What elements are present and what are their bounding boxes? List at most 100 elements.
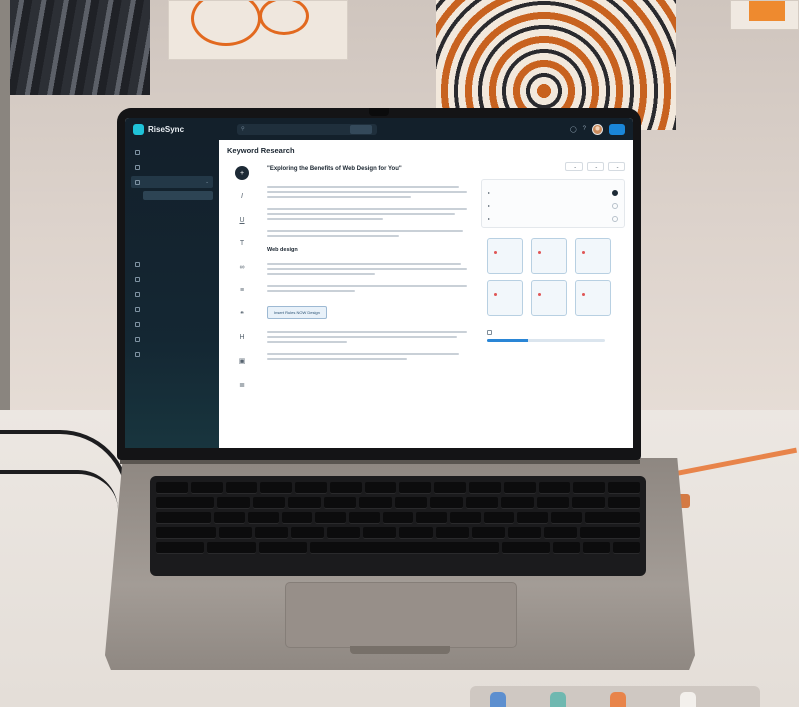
check-item[interactable]: ▸ [488, 186, 618, 199]
metric-tile[interactable] [487, 280, 523, 316]
status-dot [538, 293, 541, 296]
home-icon [135, 149, 140, 155]
sidebar-subitem[interactable] [143, 224, 213, 233]
link-icon[interactable]: ∞ [235, 260, 249, 274]
image-icon[interactable]: ▣ [235, 354, 249, 368]
search-input[interactable] [247, 126, 343, 132]
search-icon: ⚲ [241, 126, 245, 132]
sidebar-item-help[interactable] [131, 348, 213, 360]
device-knob [490, 692, 506, 707]
status-dot [494, 251, 497, 254]
chevron-right-icon: ▸ [488, 203, 491, 208]
settings-icon [135, 336, 140, 342]
chevron-down-icon: ⌄ [615, 165, 619, 169]
sidebar-item-links[interactable] [131, 288, 213, 300]
app-topbar: RiseSync ⚲ ◯ ? [125, 118, 633, 140]
chevron-down-icon: ⌄ [205, 179, 209, 184]
app-name: RiseSync [148, 124, 185, 134]
user-avatar[interactable] [592, 123, 603, 135]
status-dot [538, 251, 541, 254]
chevron-right-icon: ▸ [488, 216, 491, 221]
paragraph [267, 353, 467, 360]
seo-panel: ⌄ ⌄ ⌄ ▸ ▸ ▸ [481, 162, 625, 448]
paragraph [267, 230, 467, 237]
poster-sketch-shape [191, 1, 261, 46]
sidebar-item-home[interactable] [131, 146, 213, 158]
laptop-screen-bezel: RiseSync ⚲ ◯ ? ⌄ Keyword Research + I U … [117, 108, 641, 460]
list-icon[interactable]: ≡ [235, 284, 249, 298]
check-toggle[interactable] [612, 202, 618, 209]
poster-sketch-shape [259, 1, 309, 35]
align-icon[interactable]: ≣ [235, 378, 249, 392]
sidebar-item-overview[interactable] [131, 161, 213, 173]
checkbox[interactable] [487, 330, 492, 335]
folder-icon [135, 276, 140, 282]
sidebar-item-editor[interactable]: ⌄ [131, 176, 213, 188]
sidebar-subitem[interactable] [143, 191, 213, 200]
editor-toolbar: + I U T ∞ ≡ ❝ H ▣ ≣ [231, 166, 253, 446]
camera-notch [369, 108, 389, 116]
bell-icon[interactable]: ◯ [570, 126, 577, 133]
app-logo[interactable]: RiseSync [133, 123, 223, 135]
primary-action-button[interactable] [609, 123, 625, 135]
checks-card: ▸ ▸ ▸ [481, 179, 625, 228]
metrics-grid [481, 238, 625, 316]
sidebar-item-analytics[interactable] [131, 258, 213, 270]
app-window: RiseSync ⚲ ◯ ? ⌄ Keyword Research + I U … [125, 118, 633, 448]
filter-row: ⌄ ⌄ ⌄ [481, 162, 625, 171]
filter-dropdown[interactable]: ⌄ [607, 162, 625, 171]
paragraph [267, 208, 467, 220]
underline-icon[interactable]: U [235, 213, 249, 227]
document-title: "Exploring the Benefits of Web Design fo… [267, 166, 402, 172]
quote-icon[interactable]: ❝ [235, 307, 249, 321]
heading-icon[interactable]: H [235, 331, 249, 345]
sidebar-subitem[interactable] [143, 235, 213, 244]
add-icon[interactable]: + [235, 166, 249, 180]
topbar-actions: ◯ ? [570, 123, 625, 135]
filter-dropdown[interactable]: ⌄ [565, 162, 583, 171]
italic-icon[interactable]: I [235, 190, 249, 204]
device-knob [610, 692, 626, 707]
sidebar-item-settings[interactable] [131, 333, 213, 345]
keyword-progress-fill [487, 339, 529, 342]
logo-icon [133, 123, 144, 135]
help-icon [135, 351, 140, 357]
section-heading: Web design [267, 247, 298, 253]
poster-dark [10, 0, 150, 95]
search-shortcut-button[interactable] [349, 124, 372, 134]
text-icon[interactable]: T [235, 237, 249, 251]
check-toggle[interactable] [612, 189, 618, 196]
poster-small [730, 0, 799, 30]
keyword-progress-bar [487, 339, 605, 342]
edit-icon [135, 179, 140, 185]
page-title: Keyword Research [227, 146, 295, 155]
keyword-item[interactable] [487, 330, 625, 335]
cable-black [0, 470, 118, 510]
help-icon[interactable]: ? [583, 126, 586, 132]
sidebar-item-projects[interactable] [131, 273, 213, 285]
check-item[interactable]: ▸ [488, 212, 618, 225]
poster-sketch [168, 0, 348, 60]
filter-dropdown[interactable]: ⌄ [586, 162, 604, 171]
document-editor[interactable]: "Exploring the Benefits of Web Design fo… [267, 166, 467, 370]
status-dot [582, 293, 585, 296]
metric-tile[interactable] [575, 280, 611, 316]
sidebar-subitem[interactable] [143, 213, 213, 222]
status-dot [494, 293, 497, 296]
metric-tile[interactable] [487, 238, 523, 274]
sidebar-item-team[interactable] [131, 318, 213, 330]
metric-tile[interactable] [531, 238, 567, 274]
paragraph [267, 331, 467, 343]
insert-button[interactable]: Insert Rules NOW Design [267, 306, 327, 319]
metric-tile[interactable] [575, 238, 611, 274]
grid-icon [135, 164, 140, 170]
check-toggle[interactable] [612, 215, 618, 222]
paragraph [267, 186, 467, 198]
paragraph [267, 263, 467, 275]
metric-tile[interactable] [531, 280, 567, 316]
main-content: Keyword Research + I U T ∞ ≡ ❝ H ▣ ≣ "Ex… [219, 140, 633, 448]
check-item[interactable]: ▸ [488, 199, 618, 212]
laptop-lip [350, 646, 450, 654]
sidebar-item-keywords[interactable] [131, 303, 213, 315]
sidebar-subitem[interactable] [143, 202, 213, 211]
